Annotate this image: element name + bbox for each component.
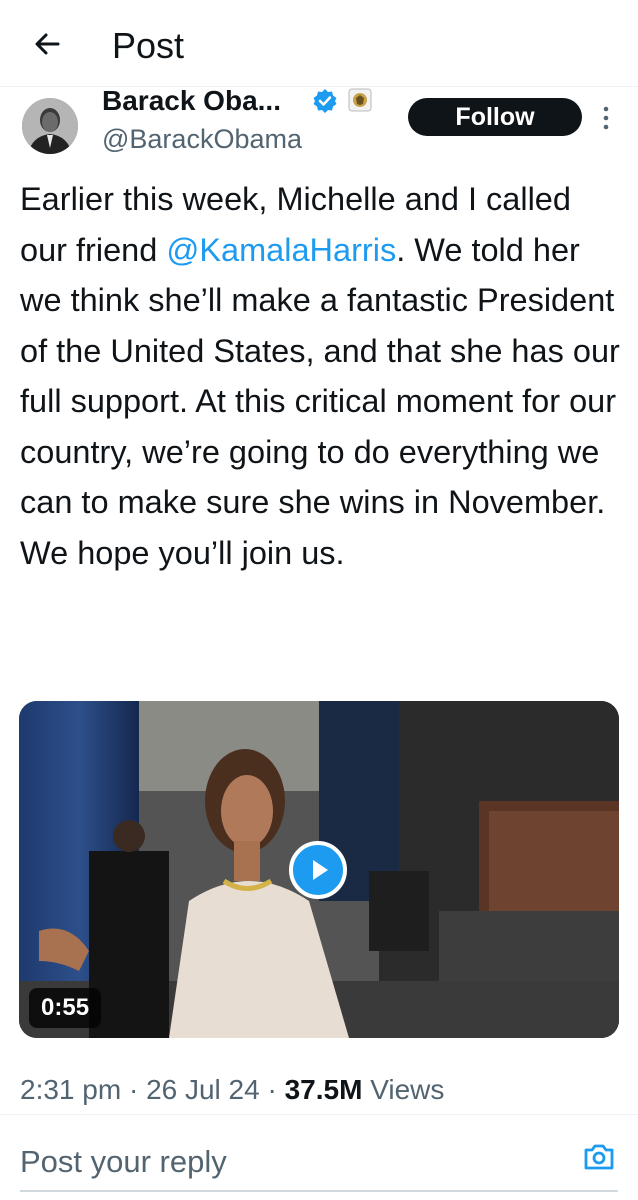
camera-icon[interactable] [582,1140,616,1174]
reply-input[interactable]: Post your reply [20,1142,227,1182]
post-date[interactable]: 26 Jul 24 [146,1074,260,1105]
tweet-text: Earlier this week, Michelle and I called… [20,174,626,578]
views-label: Views [370,1074,445,1105]
back-arrow-icon[interactable] [28,24,68,64]
tweet-text-after: . We told her we think she’ll make a fan… [20,231,620,571]
video-duration: 0:55 [29,988,102,1028]
post-time[interactable]: 2:31 pm [20,1074,121,1105]
separator: · [267,1074,277,1105]
more-options-icon[interactable] [600,104,612,132]
verified-badge-icon [313,89,337,113]
meta-divider [0,1114,638,1115]
play-button[interactable] [289,841,347,899]
follow-button[interactable]: Follow [408,98,582,136]
header-divider [0,86,638,87]
mention-link[interactable]: @KamalaHarris [166,232,396,268]
avatar[interactable] [22,98,78,154]
post-metadata: 2:31 pm · 26 Jul 24 · 37.5M Views [20,1070,444,1110]
play-icon [313,860,328,880]
views-count[interactable]: 37.5M [285,1074,363,1105]
top-bar: Post [0,0,638,86]
author-name[interactable]: Barack Oba... [102,84,281,118]
government-affiliation-icon [348,88,372,112]
reply-underline [20,1190,618,1192]
page-title: Post [112,25,185,66]
author-handle[interactable]: @BarackObama [102,122,302,156]
separator: · [128,1074,139,1105]
